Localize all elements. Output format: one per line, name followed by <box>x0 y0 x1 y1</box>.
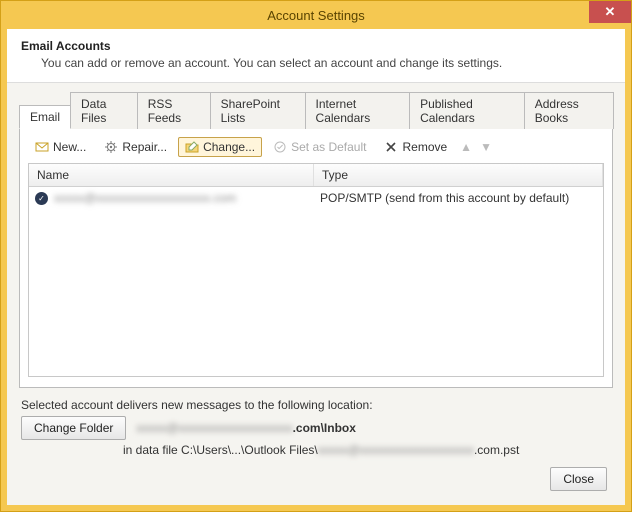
default-account-icon: ✓ <box>35 192 48 205</box>
change-folder-button[interactable]: Change Folder <box>21 416 126 440</box>
close-window-button[interactable]: ✕ <box>589 1 631 23</box>
move-up-icon: ▲ <box>458 140 474 154</box>
tabs: Email Data Files RSS Feeds SharePoint Li… <box>19 91 613 128</box>
move-down-icon: ▼ <box>478 140 494 154</box>
toolbar: New... Repair... Change... <box>28 135 604 163</box>
cell-name: ✓ xxxxx@xxxxxxxxxxxxxxxxxxx.com <box>35 191 320 205</box>
tab-data-files[interactable]: Data Files <box>70 92 138 129</box>
tab-sharepoint-lists[interactable]: SharePoint Lists <box>210 92 306 129</box>
content-area: Email Data Files RSS Feeds SharePoint Li… <box>7 82 625 505</box>
page-subtitle: You can add or remove an account. You ca… <box>41 56 611 70</box>
delivery-label: Selected account delivers new messages t… <box>21 398 611 412</box>
delivery-path: in data file C:\Users\...\Outlook Files\… <box>123 443 611 457</box>
delivery-info: Selected account delivers new messages t… <box>19 388 613 457</box>
gear-icon <box>104 140 118 154</box>
account-settings-window: Account Settings ✕ Email Accounts You ca… <box>0 0 632 512</box>
dialog-footer: Close <box>19 457 613 495</box>
titlebar: Account Settings ✕ <box>1 1 631 29</box>
set-default-button: Set as Default <box>266 137 373 157</box>
delivery-folder: xxxxx@xxxxxxxxxxxxxxxxxxx.com\Inbox <box>136 421 356 435</box>
tab-email[interactable]: Email <box>19 105 71 129</box>
table-row[interactable]: ✓ xxxxx@xxxxxxxxxxxxxxxxxxx.com POP/SMTP… <box>29 187 603 209</box>
remove-icon <box>384 140 398 154</box>
account-email: xxxxx@xxxxxxxxxxxxxxxxxxx.com <box>54 191 236 205</box>
check-circle-icon <box>273 140 287 154</box>
tab-internet-calendars[interactable]: Internet Calendars <box>305 92 411 129</box>
remove-button[interactable]: Remove <box>377 137 454 157</box>
mail-icon <box>35 140 49 154</box>
repair-button[interactable]: Repair... <box>97 137 174 157</box>
window-title: Account Settings <box>267 8 365 23</box>
window-body: Email Accounts You can add or remove an … <box>1 29 631 511</box>
cell-type: POP/SMTP (send from this account by defa… <box>320 191 597 205</box>
close-button[interactable]: Close <box>550 467 607 491</box>
new-button[interactable]: New... <box>28 137 93 157</box>
header-block: Email Accounts You can add or remove an … <box>7 29 625 82</box>
grid-header: Name Type <box>29 164 603 187</box>
page-title: Email Accounts <box>21 39 611 53</box>
col-type[interactable]: Type <box>314 164 603 186</box>
tab-panel-email: New... Repair... Change... <box>19 128 613 388</box>
change-button[interactable]: Change... <box>178 137 262 157</box>
folder-edit-icon <box>185 140 199 154</box>
tab-published-calendars[interactable]: Published Calendars <box>409 92 525 129</box>
col-name[interactable]: Name <box>29 164 314 186</box>
tab-address-books[interactable]: Address Books <box>524 92 614 129</box>
close-icon: ✕ <box>605 4 616 20</box>
tab-rss-feeds[interactable]: RSS Feeds <box>137 92 211 129</box>
accounts-grid: Name Type ✓ xxxxx@xxxxxxxxxxxxxxxxxxx.co… <box>28 163 604 377</box>
